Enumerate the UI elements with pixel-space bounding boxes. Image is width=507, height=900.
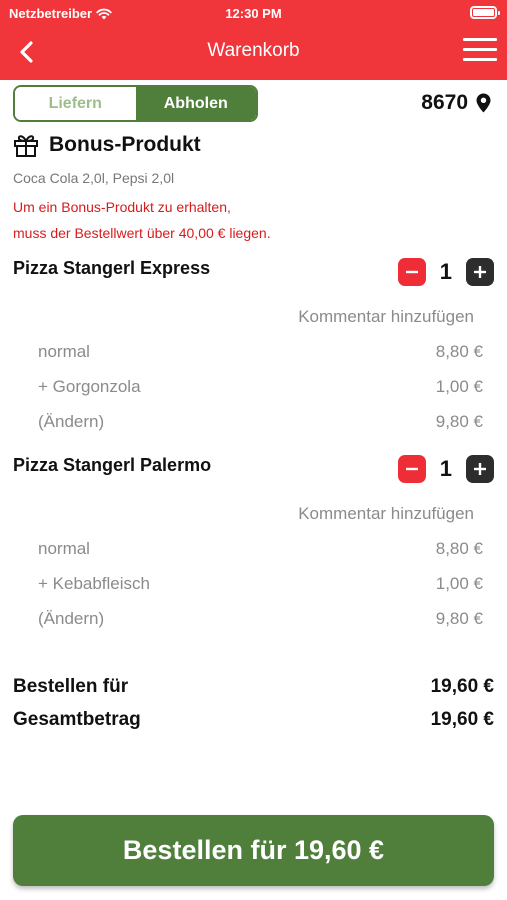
minus-icon [405, 270, 418, 274]
line-label: + Kebabfleisch [38, 574, 150, 593]
bonus-warning-line-1: Um ein Bonus-Produkt zu erhalten, [13, 199, 231, 215]
add-comment-link[interactable]: Kommentar hinzufügen [298, 307, 474, 327]
line-label: + Gorgonzola [38, 377, 141, 396]
item-line: normal 8,80 € [38, 539, 483, 559]
quantity-value: 1 [439, 259, 452, 284]
app-header: Netzbetreiber 12:30 PM Warenkorb [0, 0, 507, 80]
line-label: normal [38, 539, 90, 558]
grand-total-value: 19,60 € [430, 709, 494, 730]
location-pin-icon [476, 93, 491, 113]
menu-bar-3 [463, 58, 497, 61]
plus-icon [474, 463, 486, 475]
line-price: 9,80 € [435, 412, 483, 431]
grand-total-row: Gesamtbetrag 19,60 € [13, 709, 494, 731]
decrease-quantity-button[interactable] [397, 455, 426, 483]
nav-bar: Warenkorb [0, 28, 507, 76]
cart-item-name: Pizza Stangerl Palermo [13, 455, 212, 475]
cart-item-name: Pizza Stangerl Express [13, 258, 211, 278]
location-zip[interactable]: 8670 [421, 91, 491, 115]
plus-icon [474, 266, 486, 278]
item-line: + Gorgonzola 1,00 € [38, 377, 483, 397]
item-line: + Kebabfleisch 1,00 € [38, 574, 483, 594]
page-title: Warenkorb [207, 40, 300, 61]
status-time: 12:30 PM [225, 6, 282, 21]
quantity-stepper: 1 [397, 258, 494, 286]
order-for-label: Bestellen für [13, 676, 129, 697]
item-line: normal 8,80 € [38, 342, 483, 362]
edit-link[interactable]: (Ändern) [38, 412, 104, 432]
item-line-edit[interactable]: (Ändern) 9,80 € [38, 412, 483, 432]
line-label: normal [38, 342, 90, 361]
add-comment-link[interactable]: Kommentar hinzufügen [298, 504, 474, 524]
minus-icon [405, 467, 418, 471]
order-for-value: 19,60 € [430, 676, 494, 697]
battery-icon [470, 6, 500, 19]
item-line-edit[interactable]: (Ändern) 9,80 € [38, 609, 483, 629]
bonus-title: Bonus-Produkt [49, 133, 201, 156]
bonus-products: Coca Cola 2,0l, Pepsi 2,0l [13, 170, 175, 186]
line-price: 8,80 € [435, 342, 483, 361]
quantity-value: 1 [439, 456, 452, 481]
tab-liefern[interactable]: Liefern [15, 87, 136, 120]
bonus-warning: Um ein Bonus-Produkt zu erhalten, muss d… [13, 194, 333, 246]
status-bar: Netzbetreiber 12:30 PM [0, 0, 507, 26]
delivery-mode-toggle: Liefern Abholen [13, 85, 258, 122]
hamburger-menu-button[interactable] [463, 38, 497, 64]
order-button[interactable]: Bestellen für 19,60 € [13, 815, 494, 886]
grand-total-label: Gesamtbetrag [13, 709, 141, 730]
quantity-stepper: 1 [397, 455, 494, 483]
line-price: 1,00 € [435, 377, 483, 396]
line-price: 1,00 € [435, 574, 483, 593]
tab-abholen[interactable]: Abholen [135, 87, 256, 120]
gift-icon [14, 135, 38, 157]
line-price: 9,80 € [435, 609, 483, 628]
zip-code: 8670 [421, 91, 468, 114]
increase-quantity-button[interactable] [466, 258, 494, 286]
line-price: 8,80 € [435, 539, 483, 558]
edit-link[interactable]: (Ändern) [38, 609, 104, 629]
menu-bar-1 [463, 38, 497, 41]
increase-quantity-button[interactable] [466, 455, 494, 483]
decrease-quantity-button[interactable] [397, 258, 426, 286]
bonus-warning-line-2: muss der Bestellwert über 40,00 € liegen… [13, 225, 271, 241]
menu-bar-2 [463, 48, 497, 51]
bonus-header: Bonus-Produkt [13, 133, 201, 157]
order-for-row: Bestellen für 19,60 € [13, 676, 494, 698]
